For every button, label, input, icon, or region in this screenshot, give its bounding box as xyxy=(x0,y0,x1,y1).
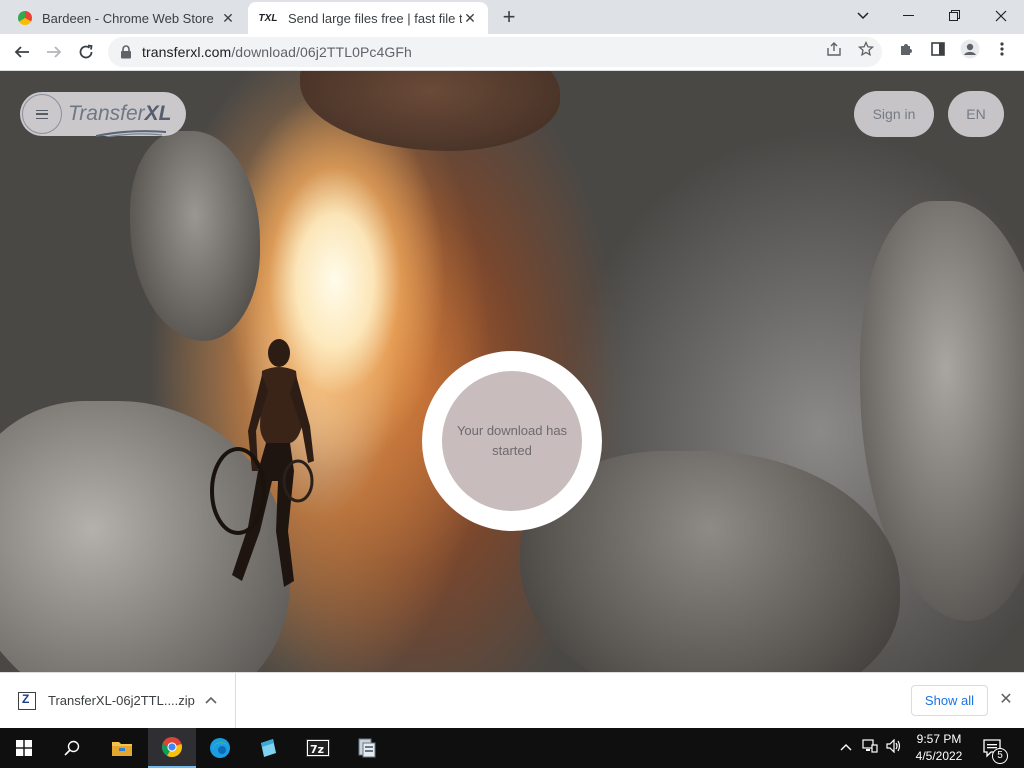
notepad-icon[interactable] xyxy=(244,728,292,768)
profile-avatar-icon[interactable] xyxy=(958,37,982,61)
clock-date: 4/5/2022 xyxy=(915,749,963,763)
tab-title: Send large files free | fast file tra xyxy=(288,10,462,26)
bardeen-icon xyxy=(18,11,32,25)
logo-swoosh-icon xyxy=(96,130,166,137)
tab-transferxl[interactable]: TXL Send large files free | fast file tr… xyxy=(248,2,488,34)
show-all-button[interactable]: Show all xyxy=(911,685,988,716)
lock-icon[interactable] xyxy=(120,45,132,59)
notification-count-badge: 5 xyxy=(992,748,1008,764)
hamburger-icon xyxy=(36,109,48,119)
hamburger-menu-button[interactable] xyxy=(22,94,62,134)
browser-toolbar: transferxl.com/download/06j2TTL0Pc4GFh xyxy=(0,34,1024,71)
menu-kebab-icon[interactable] xyxy=(990,37,1014,61)
climber-figure xyxy=(210,339,314,587)
chrome-icon[interactable] xyxy=(148,728,196,768)
url-text: transferxl.com/download/06j2TTL0Pc4GFh xyxy=(142,44,412,60)
side-panel-icon[interactable] xyxy=(926,37,950,61)
download-filename: TransferXL-06j2TTL....zip xyxy=(48,693,195,708)
bookmark-star-icon[interactable] xyxy=(854,37,878,61)
new-tab-button[interactable]: + xyxy=(498,6,520,29)
chevron-up-icon[interactable] xyxy=(204,693,218,707)
share-icon[interactable] xyxy=(822,37,846,61)
edge-icon[interactable] xyxy=(196,728,244,768)
system-clock[interactable]: 9:57 PM 4/5/2022 xyxy=(908,731,970,765)
close-window-icon[interactable] xyxy=(978,0,1024,32)
download-shelf: TransferXL-06j2TTL....zip Show all ✕ xyxy=(0,672,1024,728)
back-icon[interactable] xyxy=(8,38,36,66)
tab-strip: Bardeen - Chrome Web Store ✕ TXL Send la… xyxy=(0,0,1024,34)
clock-time: 9:57 PM xyxy=(916,732,962,746)
show-hidden-icons-icon[interactable] xyxy=(840,739,852,754)
txl-icon: TXL xyxy=(258,12,278,24)
address-bar[interactable]: transferxl.com/download/06j2TTL0Pc4GFh xyxy=(108,37,882,67)
forward-icon[interactable] xyxy=(40,38,68,66)
tab-title: Bardeen - Chrome Web Store xyxy=(42,10,214,26)
site-header-logo-area: TransferXL xyxy=(20,92,186,137)
download-status-circle: Your download has started xyxy=(422,351,602,531)
file-explorer-icon[interactable] xyxy=(98,728,146,768)
zip-file-icon xyxy=(18,691,36,710)
transferxl-logo[interactable]: TransferXL xyxy=(68,102,171,137)
tab-bardeen[interactable]: Bardeen - Chrome Web Store ✕ xyxy=(8,2,246,34)
start-icon[interactable] xyxy=(0,728,48,768)
reload-icon[interactable] xyxy=(72,38,100,66)
download-status-text: Your download has started xyxy=(442,371,582,511)
close-icon[interactable]: ✕ xyxy=(462,10,478,26)
language-selector[interactable]: EN xyxy=(948,91,1004,137)
volume-icon[interactable] xyxy=(886,738,902,756)
background-rock xyxy=(300,71,560,151)
extensions-icon[interactable] xyxy=(894,37,918,61)
network-icon[interactable] xyxy=(862,739,878,756)
close-shelf-icon[interactable]: ✕ xyxy=(996,690,1016,710)
search-icon[interactable] xyxy=(48,728,96,768)
installer-icon[interactable] xyxy=(342,728,390,768)
page-viewport: TransferXL Sign in EN Your download has … xyxy=(0,71,1024,672)
restore-icon[interactable] xyxy=(932,0,978,32)
background-rock xyxy=(130,131,260,341)
svg-text:7z: 7z xyxy=(310,743,324,756)
sign-in-button[interactable]: Sign in xyxy=(854,91,934,137)
close-icon[interactable]: ✕ xyxy=(220,10,236,26)
minimize-icon[interactable] xyxy=(886,0,932,32)
7zip-icon[interactable]: 7z xyxy=(294,728,342,768)
windows-taskbar: 7z 9:57 PM 4/5/2022 5 xyxy=(0,728,1024,768)
download-item[interactable]: TransferXL-06j2TTL....zip xyxy=(0,673,236,728)
tab-search-icon[interactable] xyxy=(840,0,886,32)
